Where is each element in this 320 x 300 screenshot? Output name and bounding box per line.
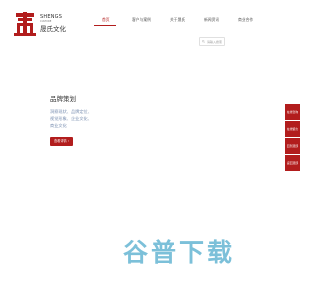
sidebar-item-online-consult[interactable]: 在线咨询 xyxy=(285,104,300,120)
nav-active-indicator xyxy=(94,25,116,26)
sidebar-item-back-to-top[interactable]: 返回顶部 xyxy=(285,155,300,171)
nav-item-cooperation[interactable]: 商业合作 xyxy=(238,17,253,23)
logo[interactable]: SHENGS CULTURE 晟氏文化 xyxy=(14,12,79,38)
logo-text-sub: CULTURE xyxy=(40,20,52,23)
main-nav: 首页 客户与案例 关于晟氏 新闻资讯 商业合作 xyxy=(86,13,286,33)
logo-mark-icon xyxy=(14,12,36,36)
site-header: SHENGS CULTURE 晟氏文化 首页 客户与案例 关于晟氏 新闻资讯 商… xyxy=(0,0,300,52)
hero-description: 洞察现状、品牌定位、 视觉形象、企业文化、 商业文化 xyxy=(50,108,96,130)
sidebar-item-scroll[interactable]: 回到顶部 xyxy=(285,138,300,154)
hero-title: 品牌策划 xyxy=(50,95,76,103)
sidebar-item-leave-message[interactable]: 在线留言 xyxy=(285,121,300,137)
hero-desc-line: 商业文化 xyxy=(50,123,67,129)
watermark-text: 谷普下载 xyxy=(123,238,235,267)
view-details-button[interactable]: 查看详情 › xyxy=(50,137,73,146)
logo-text-cn: 晟氏文化 xyxy=(40,25,66,33)
nav-item-home[interactable]: 首页 xyxy=(102,17,110,23)
search-input[interactable]: 请输入搜索 xyxy=(199,37,225,46)
watermark-logo: 谷普下载 xyxy=(123,238,235,267)
nav-item-clients-cases[interactable]: 客户与案例 xyxy=(132,17,151,23)
nav-item-news[interactable]: 新闻资讯 xyxy=(204,17,219,23)
hero-desc-line: 洞察现状、品牌定位、 xyxy=(50,109,92,114)
search-icon[interactable] xyxy=(202,39,205,43)
nav-item-about[interactable]: 关于晟氏 xyxy=(170,17,185,23)
search-placeholder: 请输入搜索 xyxy=(207,39,223,44)
hero-desc-line: 视觉形象、企业文化、 xyxy=(50,116,92,122)
